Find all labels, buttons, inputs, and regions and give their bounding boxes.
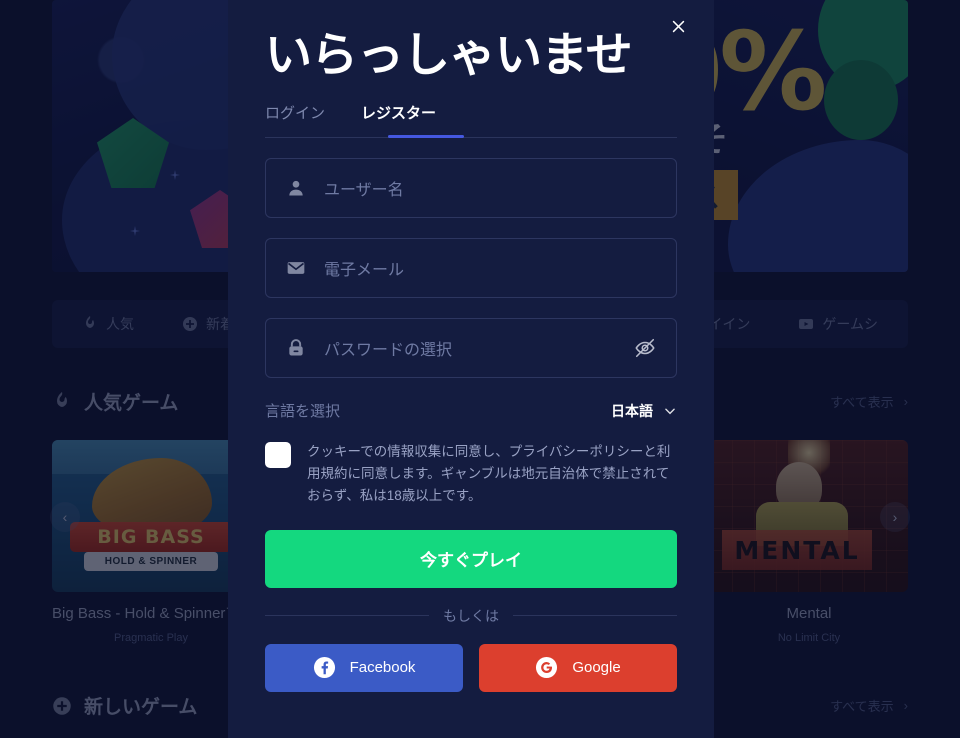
lock-icon — [286, 338, 306, 358]
facebook-icon — [313, 656, 336, 679]
consent-checkbox[interactable] — [265, 442, 291, 469]
language-value[interactable]: 日本語 — [611, 401, 677, 421]
social-login-row: Facebook Google — [265, 643, 677, 692]
divider-line-left — [265, 615, 429, 617]
google-label: Google — [572, 659, 621, 677]
eye-off-icon[interactable] — [634, 337, 656, 359]
language-selected-label: 日本語 — [611, 402, 653, 419]
page-title: いらっしゃいませ — [265, 28, 633, 81]
facebook-label: Facebook — [349, 659, 416, 677]
email-field[interactable]: 電子メール — [265, 238, 677, 299]
tab-register[interactable]: レジスター — [361, 102, 436, 137]
play-now-button[interactable]: 今すぐプレイ — [265, 529, 677, 588]
chevron-down-icon — [663, 404, 677, 418]
divider-label: もしくは — [443, 607, 499, 624]
username-field[interactable]: ユーザー名 — [265, 158, 677, 219]
tab-active-indicator — [388, 135, 464, 139]
facebook-login-button[interactable]: Facebook — [265, 643, 463, 692]
auth-modal: いらっしゃいませ ログイン レジスター ユーザー名 電子メール パスワードの選択… — [228, 0, 714, 738]
close-icon[interactable] — [664, 12, 692, 40]
google-login-button[interactable]: Google — [479, 643, 677, 692]
google-icon — [535, 656, 558, 679]
divider-line-right — [513, 615, 677, 617]
password-field[interactable]: パスワードの選択 — [265, 318, 677, 379]
language-selector[interactable]: 言語を選択 日本語 — [265, 400, 677, 421]
consent-text: クッキーでの情報収集に同意し、プライバシーポリシーと利用規約に同意します。ギャン… — [307, 444, 671, 503]
tab-login[interactable]: ログイン — [265, 102, 325, 137]
user-icon — [286, 178, 306, 198]
app-root: 0% こそ ナス 人気 新着 バイイン — [0, 0, 960, 738]
mail-icon — [286, 258, 306, 278]
email-input[interactable]: 電子メール — [324, 256, 656, 280]
password-input[interactable]: パスワードの選択 — [324, 336, 616, 360]
consent-row[interactable]: クッキーでの情報収集に同意し、プライバシーポリシーと利用規約に同意します。ギャン… — [265, 441, 677, 507]
divider-or: もしくは — [265, 606, 677, 626]
username-input[interactable]: ユーザー名 — [324, 176, 656, 200]
auth-tabs: ログイン レジスター — [265, 102, 677, 139]
language-label: 言語を選択 — [265, 403, 341, 421]
